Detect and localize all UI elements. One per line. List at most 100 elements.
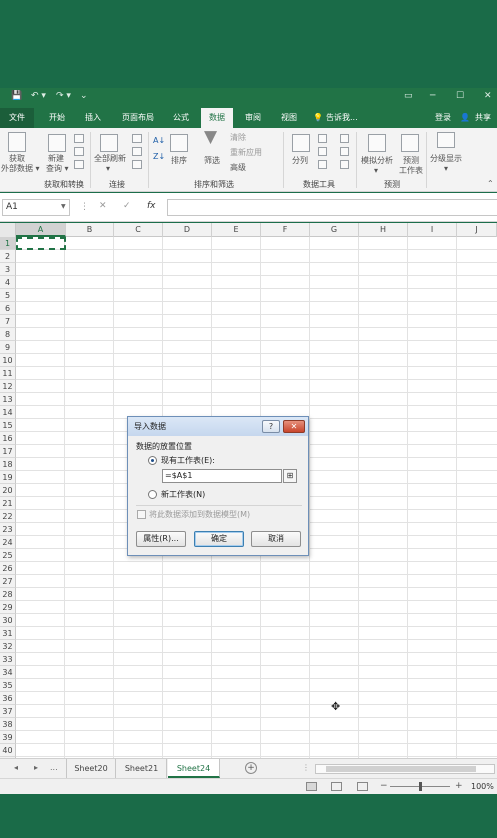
row-header-28[interactable]: 28 <box>0 588 16 601</box>
row-header-29[interactable]: 29 <box>0 601 16 614</box>
row-header-3[interactable]: 3 <box>0 263 16 276</box>
share-button[interactable]: 共享 <box>472 108 494 128</box>
sheet-tab-sheet20[interactable]: Sheet20 <box>66 759 116 778</box>
row-header-18[interactable]: 18 <box>0 458 16 471</box>
redo-icon[interactable]: ↷ ▾ <box>56 91 71 101</box>
what-if-analysis-icon[interactable] <box>368 134 386 152</box>
clear-label[interactable]: 清除 <box>230 133 246 143</box>
row-header-32[interactable]: 32 <box>0 640 16 653</box>
maximize-icon[interactable]: ☐ <box>456 91 464 101</box>
manage-data-model-icon[interactable] <box>340 160 349 169</box>
column-header-b[interactable]: B <box>66 223 114 237</box>
outline-icon[interactable] <box>437 132 455 148</box>
refresh-all-dropdown[interactable]: ▾ <box>106 164 110 174</box>
reapply-label[interactable]: 重新应用 <box>230 148 262 158</box>
new-query-label-2[interactable]: 查询 ▾ <box>46 164 69 174</box>
new-sheet-label[interactable]: 新工作表(N) <box>161 489 205 500</box>
outline-label[interactable]: 分级显示 <box>430 154 462 164</box>
row-header-38[interactable]: 38 <box>0 718 16 731</box>
row-header-4[interactable]: 4 <box>0 276 16 289</box>
row-header-15[interactable]: 15 <box>0 419 16 432</box>
row-header-5[interactable]: 5 <box>0 289 16 302</box>
sort-dialog-icon[interactable] <box>170 134 188 152</box>
properties-icon[interactable] <box>132 147 142 156</box>
column-header-c[interactable]: C <box>114 223 163 237</box>
show-queries-icon[interactable] <box>74 134 84 143</box>
enter-formula-icon[interactable]: ✓ <box>123 201 131 211</box>
what-if-dropdown[interactable]: ▾ <box>374 166 378 176</box>
column-header-h[interactable]: H <box>359 223 408 237</box>
refresh-all-label[interactable]: 全部刷新 <box>94 154 126 164</box>
tab-insert[interactable]: 插入 <box>76 108 110 128</box>
new-sheet-radio[interactable] <box>148 490 157 499</box>
scroll-tabs-left-icon[interactable]: ◂ <box>14 763 18 772</box>
ok-button[interactable]: 确定 <box>194 531 244 547</box>
existing-sheet-label[interactable]: 现有工作表(E): <box>161 455 215 466</box>
row-header-1[interactable]: 1 <box>0 237 16 250</box>
consolidate-icon[interactable] <box>340 134 349 143</box>
get-external-label-2[interactable]: 外部数据 ▾ <box>1 164 40 174</box>
row-header-6[interactable]: 6 <box>0 302 16 315</box>
row-header-20[interactable]: 20 <box>0 484 16 497</box>
row-header-10[interactable]: 10 <box>0 354 16 367</box>
collapse-ribbon-icon[interactable]: ⌃ <box>487 179 494 189</box>
text-to-columns-icon[interactable] <box>292 134 310 152</box>
add-to-data-model-checkbox[interactable] <box>137 510 146 519</box>
row-header-31[interactable]: 31 <box>0 627 16 640</box>
select-all-button[interactable] <box>0 223 16 237</box>
data-validation-icon[interactable] <box>318 160 327 169</box>
row-header-24[interactable]: 24 <box>0 536 16 549</box>
column-header-d[interactable]: D <box>163 223 212 237</box>
row-header-26[interactable]: 26 <box>0 562 16 575</box>
row-header-33[interactable]: 33 <box>0 653 16 666</box>
forecast-label-2[interactable]: 工作表 <box>399 166 423 176</box>
tell-me-search[interactable]: 告诉我... <box>326 108 364 128</box>
row-header-34[interactable]: 34 <box>0 666 16 679</box>
row-header-21[interactable]: 21 <box>0 497 16 510</box>
sheet-tab-sheet21[interactable]: Sheet21 <box>117 759 167 778</box>
tab-data[interactable]: 数据 <box>201 108 233 128</box>
minimize-icon[interactable]: ─ <box>430 91 435 101</box>
save-icon[interactable]: 💾 <box>11 91 22 101</box>
ribbon-display-icon[interactable]: ▭ <box>404 91 413 101</box>
split-label[interactable]: 分列 <box>292 156 308 166</box>
row-header-36[interactable]: 36 <box>0 692 16 705</box>
advanced-label[interactable]: 高级 <box>230 163 246 173</box>
page-break-view-icon[interactable] <box>357 782 368 791</box>
column-header-a[interactable]: A <box>16 223 66 237</box>
row-header-2[interactable]: 2 <box>0 250 16 263</box>
row-header-12[interactable]: 12 <box>0 380 16 393</box>
zoom-out-button[interactable]: − <box>380 781 388 791</box>
tab-split-handle[interactable]: ⋮ <box>302 763 310 772</box>
row-header-23[interactable]: 23 <box>0 523 16 536</box>
horizontal-scrollbar[interactable] <box>315 764 495 774</box>
relationships-icon[interactable] <box>340 147 349 156</box>
row-header-11[interactable]: 11 <box>0 367 16 380</box>
horizontal-scroll-thumb[interactable] <box>326 766 476 772</box>
customize-qat-icon[interactable]: ⌄ <box>80 91 88 101</box>
row-header-14[interactable]: 14 <box>0 406 16 419</box>
row-header-9[interactable]: 9 <box>0 341 16 354</box>
row-header-13[interactable]: 13 <box>0 393 16 406</box>
outline-dropdown[interactable]: ▾ <box>444 164 448 174</box>
column-header-j[interactable]: J <box>457 223 497 237</box>
column-header-i[interactable]: I <box>408 223 457 237</box>
normal-view-icon[interactable] <box>306 782 317 791</box>
forecast-sheet-icon[interactable] <box>401 134 419 152</box>
remove-duplicates-icon[interactable] <box>318 147 327 156</box>
scroll-tabs-right-icon[interactable]: ▸ <box>34 763 38 772</box>
row-header-39[interactable]: 39 <box>0 731 16 744</box>
get-external-data-icon[interactable] <box>8 132 26 152</box>
row-header-25[interactable]: 25 <box>0 549 16 562</box>
zoom-slider-thumb[interactable] <box>419 782 422 791</box>
sort-desc-icon[interactable]: Z↓ <box>153 152 165 162</box>
more-sheets-button[interactable]: ... <box>50 763 58 772</box>
flash-fill-icon[interactable] <box>318 134 327 143</box>
recent-sources-icon[interactable] <box>74 160 84 169</box>
existing-sheet-radio[interactable] <box>148 456 157 465</box>
tab-review[interactable]: 审阅 <box>238 108 268 128</box>
active-cell-a1[interactable] <box>16 237 66 250</box>
cancel-formula-icon[interactable]: ✕ <box>99 201 107 211</box>
tab-formulas[interactable]: 公式 <box>166 108 196 128</box>
range-picker-icon[interactable]: ⊞ <box>283 469 297 483</box>
